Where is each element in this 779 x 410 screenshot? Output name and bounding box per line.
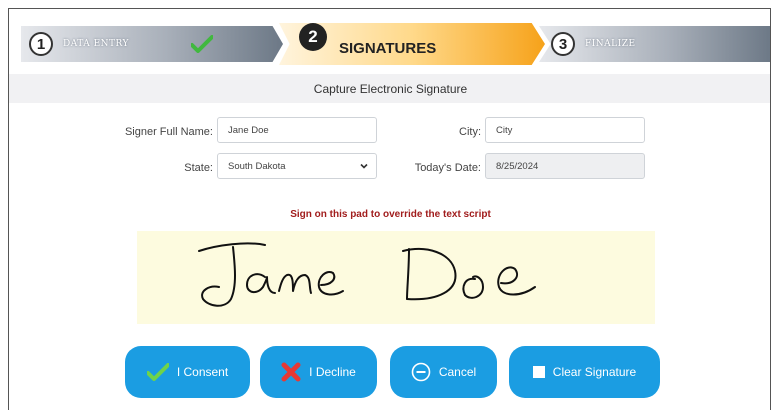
signature-drawing <box>198 242 536 307</box>
city-input[interactable]: City <box>485 117 645 143</box>
consent-button-label: I Consent <box>176 365 229 379</box>
step-label: DATA ENTRY <box>63 39 129 49</box>
checkmark-icon <box>146 363 169 381</box>
step-data-entry[interactable]: 1 DATA ENTRY <box>21 26 283 62</box>
minus-circle-icon <box>411 362 431 382</box>
step-signatures[interactable]: 2 SIGNATURES <box>279 23 545 65</box>
step-number-circle: 2 <box>299 23 327 51</box>
sign-pad-hint: Sign on this pad to override the text sc… <box>290 209 491 220</box>
city-value: City <box>496 124 513 136</box>
state-value: South Dakota <box>228 160 286 172</box>
square-icon <box>532 366 545 378</box>
date-field: 8/25/2024 <box>485 153 645 179</box>
step-number-circle: 1 <box>29 32 53 56</box>
consent-button[interactable]: I Consent <box>125 346 250 398</box>
signer-name-input[interactable]: Jane Doe <box>217 117 377 143</box>
city-label: City: <box>459 126 481 138</box>
step-number: 2 <box>308 27 318 46</box>
decline-button-label: I Decline <box>309 365 356 379</box>
step-number-circle: 3 <box>551 32 575 56</box>
decline-button[interactable]: I Decline <box>260 346 377 398</box>
step-number: 1 <box>36 35 46 53</box>
cancel-button[interactable]: Cancel <box>390 346 497 398</box>
progress-stepper: 1 DATA ENTRY 2 SIGNATURES 3 FINALIZE <box>9 9 770 74</box>
clear-signature-button-label: Clear Signature <box>552 365 637 379</box>
step-label: SIGNATURES <box>339 39 437 57</box>
chevron-down-icon <box>360 162 368 170</box>
section-title-text: Capture Electronic Signature <box>313 81 468 96</box>
step-finalize[interactable]: 3 FINALIZE <box>539 26 770 62</box>
signer-name-label: Signer Full Name: <box>124 126 213 138</box>
step-number: 3 <box>558 35 568 53</box>
section-title: Capture Electronic Signature <box>9 74 770 103</box>
signature-pad[interactable] <box>137 231 655 324</box>
state-select[interactable]: South Dakota <box>217 153 377 179</box>
cancel-button-label: Cancel <box>438 365 477 379</box>
red-x-icon <box>281 362 301 382</box>
date-value: 8/25/2024 <box>496 160 539 172</box>
signature-panel: 1 DATA ENTRY 2 SIGNATURES 3 FINALIZE Cap… <box>8 8 771 410</box>
date-label: Today's Date: <box>414 162 481 174</box>
state-label: State: <box>184 162 213 174</box>
signer-name-value: Jane Doe <box>228 124 269 136</box>
step-label: FINALIZE <box>585 39 636 49</box>
checkmark-icon <box>190 35 213 53</box>
clear-signature-button[interactable]: Clear Signature <box>509 346 660 398</box>
